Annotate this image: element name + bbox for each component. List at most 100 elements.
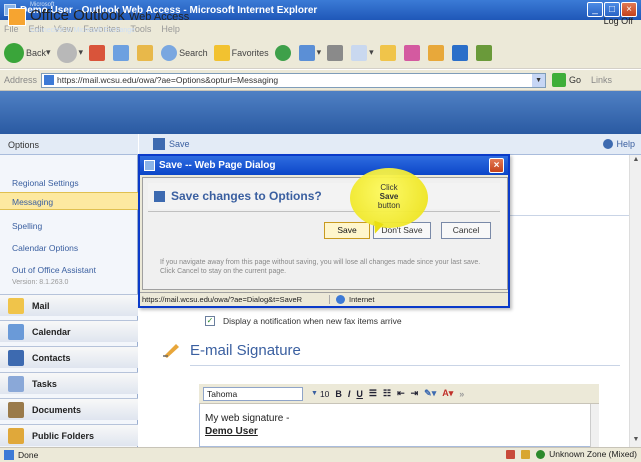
mail-button[interactable]: ▾ [298,44,321,61]
research-button[interactable] [427,44,446,61]
italic-button[interactable]: I [348,389,351,399]
browser-toolbar: Back ▾ ▾ Search Favorites ▾ ▾ [0,37,641,69]
address-input[interactable]: https://mail.wcsu.edu/owa/?ae=Options&op… [41,72,547,88]
page-done-icon [4,450,14,460]
save-icon [153,138,165,150]
search-button[interactable]: Search [161,44,208,61]
nav-tasks[interactable]: Tasks [0,372,138,394]
font-color-icon[interactable]: A▾ [442,388,453,399]
scroll-down-icon[interactable]: ▼ [631,436,641,446]
close-window-button[interactable]: × [621,2,637,17]
public-folders-icon [8,427,24,444]
dialog-status-zone: Internet [330,295,374,304]
nav-calendar[interactable]: Calendar [0,320,138,342]
page-icon [44,75,55,85]
print-icon [327,44,344,61]
fax-notification-checkbox[interactable]: ✓ [205,316,215,326]
nav-contacts[interactable]: Contacts [0,346,138,368]
dialog-status-url: https://mail.wcsu.edu/owa/?ae=Dialog&t=S… [140,295,330,304]
help-link[interactable]: Help [603,139,635,149]
dialog-cancel-button[interactable]: Cancel [441,222,491,239]
links-button[interactable]: Links [591,75,612,85]
contacts-icon [8,349,24,366]
font-dropdown-icon[interactable]: ▼ [311,390,318,397]
menu-help[interactable]: Help [161,24,180,34]
signature-text-line2: Demo User [205,426,258,437]
messenger-button[interactable] [403,44,422,61]
nav-out-of-office[interactable]: Out of Office Assistant [12,265,96,275]
highlight-icon[interactable]: ✎▾ [424,388,436,399]
favorites-button[interactable]: Favorites [213,44,269,61]
messenger-icon [403,44,420,61]
folder-button[interactable] [379,44,398,61]
font-size-select[interactable]: 10 [320,389,329,399]
mail-icon [8,297,24,314]
save-command-button[interactable]: Save [153,138,190,150]
home-icon [137,44,154,61]
refresh-button[interactable] [113,44,131,61]
office-logo-icon [8,8,26,26]
lock-icon [521,449,531,459]
font-select[interactable]: Tahoma [203,386,303,401]
logoff-link[interactable]: Log Off [604,16,633,26]
signature-divider [190,365,620,366]
address-dropdown-icon[interactable]: ▼ [532,73,546,87]
address-label: Address [4,75,38,85]
nav-spelling[interactable]: Spelling [12,221,42,231]
owa-header [0,91,641,134]
nav-mail[interactable]: Mail [0,294,138,316]
refresh-icon [113,44,130,61]
dialog-heading: Save changes to Options? [148,183,500,209]
numbering-icon[interactable]: ☷ [383,388,391,399]
editor-scrollbar[interactable] [590,404,599,447]
zone-globe-icon [536,449,546,459]
star-icon [213,44,230,61]
nav-public-folders[interactable]: Public Folders [0,424,138,446]
bold-button[interactable]: B [335,389,342,399]
indent-icon[interactable]: ⇥ [411,388,419,399]
more-icon[interactable]: » [459,389,464,399]
signature-pen-icon [163,344,179,358]
folder-icon [379,44,396,61]
signature-section-title: E-mail Signature [190,342,301,359]
nav-messaging[interactable]: Messaging [0,192,138,210]
dialog-title-bar: Save -- Web Page Dialog [140,156,508,175]
research-icon [427,44,444,61]
print-button[interactable] [327,44,345,61]
edit-button[interactable]: ▾ [351,44,374,61]
security-zone: Unknown Zone (Mixed) [506,449,637,459]
go-button[interactable]: Go [552,73,581,87]
forward-button[interactable]: ▾ [56,42,83,63]
forward-arrow-icon [56,42,77,63]
minimize-button[interactable]: _ [587,2,603,17]
underline-button[interactable]: U [356,389,363,399]
mail-icon [298,44,315,61]
history-button[interactable] [274,44,293,61]
address-bar: Address https://mail.wcsu.edu/owa/?ae=Op… [0,70,641,91]
nav-documents[interactable]: Documents [0,398,138,420]
owa-subtitle: Connected to Microsoft Exchange [30,27,136,34]
library-button[interactable] [451,44,470,61]
command-bar: Save [139,134,641,155]
content-scrollbar[interactable]: ▲ ▼ [629,155,641,447]
dialog-status-bar: https://mail.wcsu.edu/owa/?ae=Dialog&t=S… [140,292,508,306]
history-icon [274,44,291,61]
stop-button[interactable] [89,44,107,61]
signature-text-line1: My web signature - [205,413,290,424]
maximize-button[interactable]: □ [604,2,620,17]
dialog-save-button[interactable]: Save [324,222,370,239]
outdent-icon[interactable]: ⇤ [397,388,405,399]
nav-calendar-options[interactable]: Calendar Options [12,243,78,253]
home-button[interactable] [137,44,155,61]
bullets-icon[interactable]: ☰ [369,388,377,399]
back-arrow-icon [4,42,24,63]
nav-regional-settings[interactable]: Regional Settings [12,178,79,188]
save-icon [154,190,165,202]
tools-button[interactable] [475,44,494,61]
callout-text: Click Save button [377,183,401,210]
back-button[interactable]: Back ▾ [4,42,51,63]
dialog-close-button[interactable]: × [489,158,504,173]
stop-icon [89,44,106,61]
documents-icon [8,401,24,418]
scroll-up-icon[interactable]: ▲ [631,156,641,166]
